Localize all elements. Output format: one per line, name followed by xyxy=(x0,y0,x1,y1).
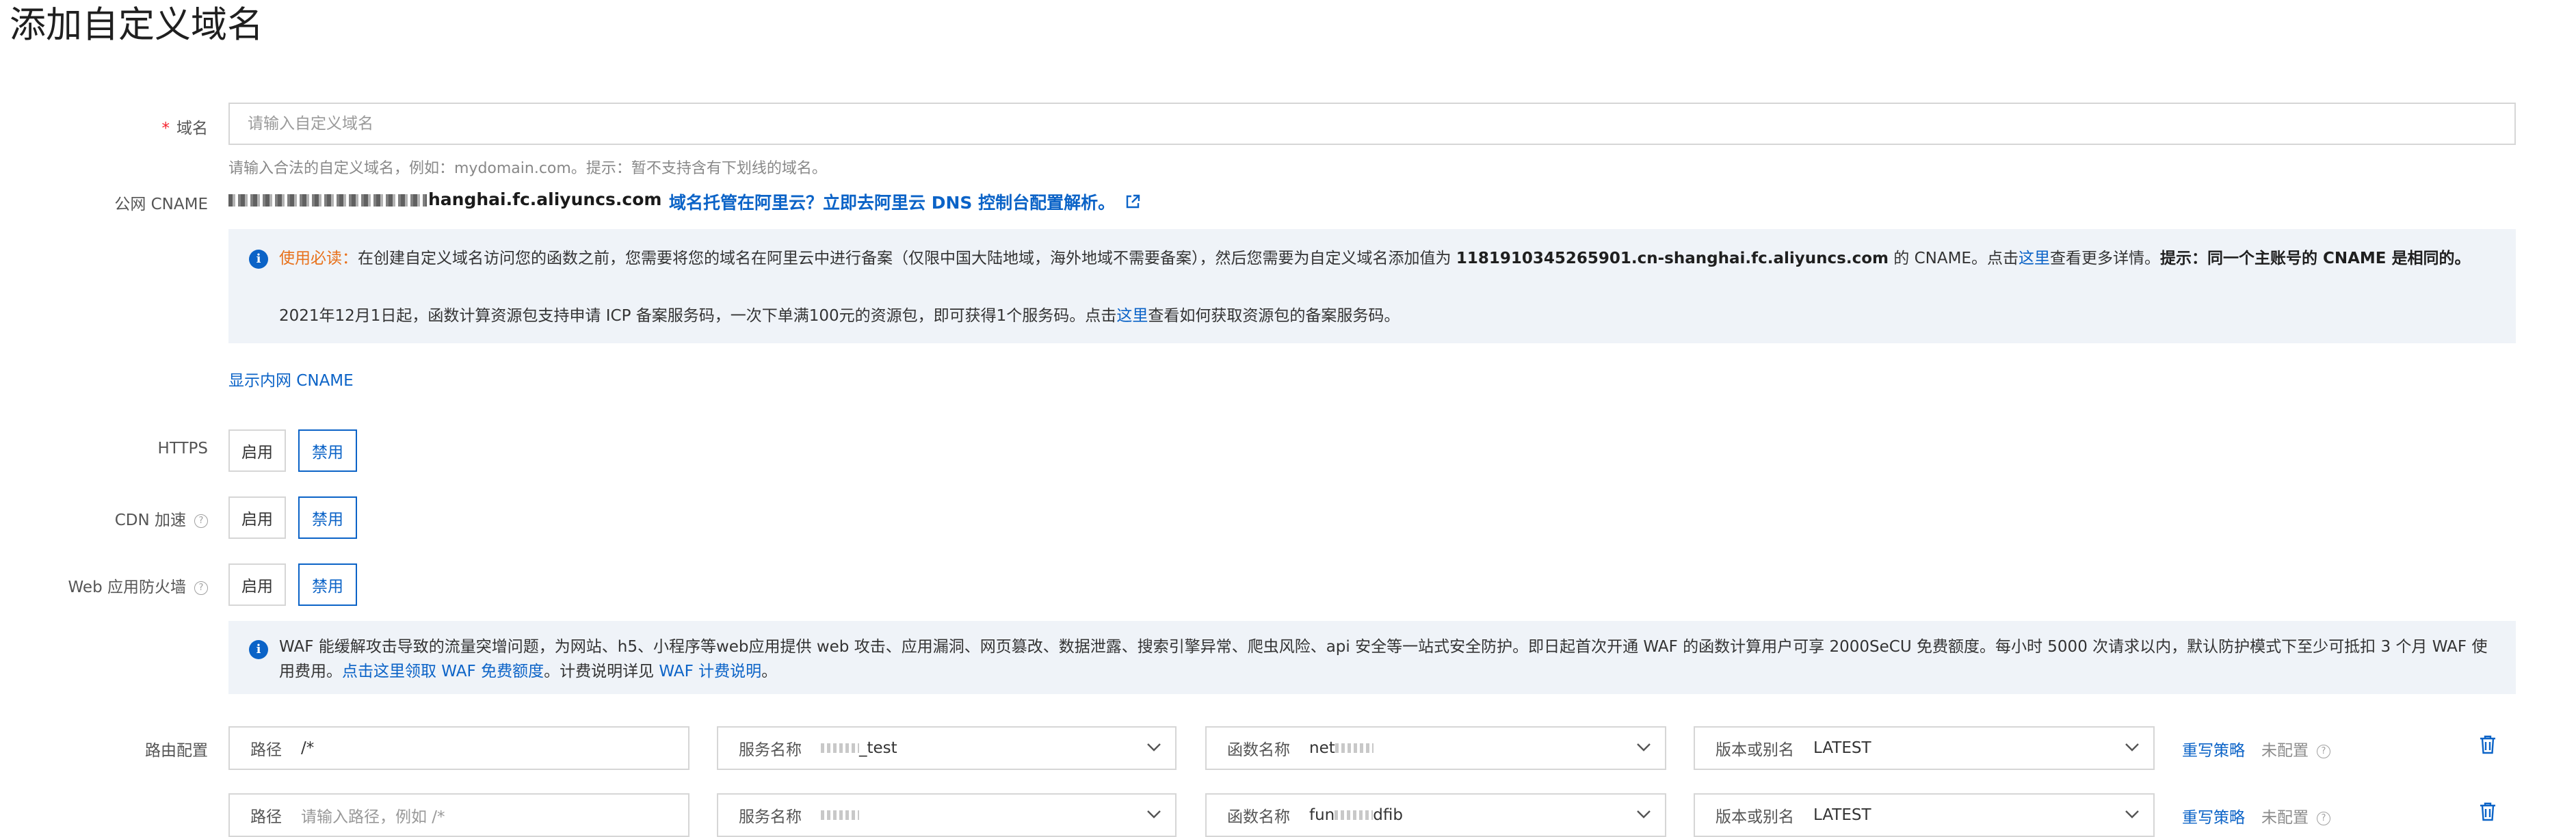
usage-notice-text-3: 查看更多详情。 xyxy=(2049,250,2160,267)
cdn-enable-button[interactable]: 启用 xyxy=(228,496,286,539)
usage-notice: i 使用必读：在创建自定义域名访问您的函数之前，您需要将您的域名在阿里云中进行备… xyxy=(228,229,2516,343)
cdn-disable-button[interactable]: 禁用 xyxy=(298,496,357,539)
masked-text xyxy=(1335,743,1374,753)
help-circle-icon[interactable]: ? xyxy=(194,514,208,528)
help-circle-icon[interactable]: ? xyxy=(2317,744,2330,758)
rewrite-policy-link[interactable]: 重写策略 xyxy=(2182,804,2245,827)
dns-console-link-text[interactable]: 域名托管在阿里云？立即去阿里云 DNS 控制台配置解析。 xyxy=(669,193,1115,213)
waf-notice-text: WAF 能缓解攻击导致的流量突增问题，为网站、h5、小程序等web应用提供 we… xyxy=(279,635,2491,684)
service-label: 服务名称 xyxy=(739,741,802,759)
cname-masked-part xyxy=(228,194,427,207)
version-select[interactable]: 版本或别名 LATEST xyxy=(1694,793,2155,837)
show-internal-cname-link[interactable]: 显示内网 CNAME xyxy=(228,367,354,390)
cname-value-text: hanghai.fc.aliyuncs.com xyxy=(428,189,662,209)
path-value[interactable]: /* xyxy=(301,739,314,757)
chevron-down-icon[interactable] xyxy=(1146,743,1161,752)
chevron-down-icon[interactable] xyxy=(1636,810,1651,819)
chevron-down-icon[interactable] xyxy=(2125,743,2140,752)
icp-service-code-link[interactable]: 这里 xyxy=(1116,307,1148,325)
waf-label: Web 应用防火墙? xyxy=(68,574,208,597)
waf-billing-link[interactable]: WAF 计费说明 xyxy=(659,663,761,680)
usage-notice-line2: 2021年12月1日起，函数计算资源包支持申请 ICP 备案服务码，一次下单满1… xyxy=(279,304,1399,328)
service-value: _test xyxy=(859,739,897,757)
route-path-input[interactable]: 路径 /* xyxy=(228,726,689,770)
masked-text xyxy=(821,743,859,753)
masked-text xyxy=(1335,810,1374,820)
path-placeholder[interactable]: 请输入路径，例如 /* xyxy=(301,803,445,827)
path-label: 路径 xyxy=(250,741,282,759)
waf-free-quota-link[interactable]: 点击这里领取 WAF 免费额度 xyxy=(342,663,544,680)
cdn-label-text: CDN 加速 xyxy=(114,512,186,529)
icp-notice-text-2: 查看如何获取资源包的备案服务码。 xyxy=(1148,307,1400,325)
service-select[interactable]: 服务名称 xyxy=(717,793,1177,837)
cname-full-value: 1181910345265901.cn-shanghai.fc.aliyuncs… xyxy=(1456,250,1889,267)
version-value: LATEST xyxy=(1813,739,1871,757)
usage-notice-text-1: 在创建自定义域名访问您的函数之前，您需要将您的域名在阿里云中进行备案（仅限中国大… xyxy=(358,250,1456,267)
usage-notice-text-2: 的 CNAME。点击 xyxy=(1888,250,2019,267)
waf-label-text: Web 应用防火墙 xyxy=(68,579,186,596)
info-icon: i xyxy=(249,250,268,269)
function-value: net xyxy=(1309,739,1335,757)
rewrite-status: 未配置? xyxy=(2261,804,2330,827)
service-label: 服务名称 xyxy=(739,808,802,826)
domain-label: * 域名 xyxy=(162,115,209,138)
version-value: LATEST xyxy=(1813,806,1871,824)
rewrite-status-text: 未配置 xyxy=(2261,742,2309,760)
https-label: HTTPS xyxy=(157,440,208,457)
version-label: 版本或别名 xyxy=(1716,741,1794,759)
cname-label: 公网 CNAME xyxy=(114,196,208,213)
route-path-input[interactable]: 路径 请输入路径，例如 /* xyxy=(228,793,689,837)
usage-notice-prefix: 使用必读： xyxy=(279,250,358,267)
chevron-down-icon[interactable] xyxy=(1146,810,1161,819)
function-label: 函数名称 xyxy=(1227,741,1290,759)
waf-disable-button[interactable]: 禁用 xyxy=(298,563,357,606)
function-select[interactable]: 函数名称 fun dfib xyxy=(1205,793,1666,837)
external-link-icon[interactable] xyxy=(1125,194,1141,214)
chevron-down-icon[interactable] xyxy=(2125,810,2140,819)
dns-console-link[interactable]: 域名托管在阿里云？立即去阿里云 DNS 控制台配置解析。 xyxy=(669,189,1141,214)
cname-value: hanghai.fc.aliyuncs.com xyxy=(228,189,661,209)
domain-hint: 请输入合法的自定义域名，例如：mydomain.com。提示：暂不支持含有下划线… xyxy=(228,160,827,177)
help-circle-icon[interactable]: ? xyxy=(2317,811,2330,825)
info-icon: i xyxy=(249,640,268,659)
usage-notice-tip: 提示：同一个主账号的 CNAME 是相同的。 xyxy=(2159,250,2471,267)
cdn-label: CDN 加速? xyxy=(115,507,208,530)
rewrite-status: 未配置? xyxy=(2261,737,2330,760)
https-enable-button[interactable]: 启用 xyxy=(228,429,286,472)
page-title: 添加自定义域名 xyxy=(10,4,263,46)
service-select[interactable]: 服务名称 _test xyxy=(717,726,1177,770)
rewrite-policy-link[interactable]: 重写策略 xyxy=(2182,737,2245,760)
domain-label-text: 域名 xyxy=(176,120,208,137)
waf-enable-button[interactable]: 启用 xyxy=(228,563,286,606)
function-value-suffix: dfib xyxy=(1373,806,1403,824)
masked-text xyxy=(821,810,859,820)
version-label: 版本或别名 xyxy=(1716,808,1794,826)
https-disable-button[interactable]: 禁用 xyxy=(298,429,357,472)
function-value-prefix: fun xyxy=(1309,806,1335,824)
delete-route-icon[interactable] xyxy=(2479,801,2497,822)
delete-route-icon[interactable] xyxy=(2479,734,2497,755)
required-mark: * xyxy=(161,120,170,137)
version-select[interactable]: 版本或别名 LATEST xyxy=(1694,726,2155,770)
usage-notice-line1: 使用必读：在创建自定义域名访问您的函数之前，您需要将您的域名在阿里云中进行备案（… xyxy=(279,247,2483,270)
waf-notice: i WAF 能缓解攻击导致的流量突增问题，为网站、h5、小程序等web应用提供 … xyxy=(228,621,2516,694)
help-circle-icon[interactable]: ? xyxy=(194,581,208,595)
waf-notice-text-2: 。计费说明详见 xyxy=(544,663,659,680)
icp-notice-text-1: 2021年12月1日起，函数计算资源包支持申请 ICP 备案服务码，一次下单满1… xyxy=(279,307,1117,325)
path-label: 路径 xyxy=(250,808,282,826)
rewrite-status-text: 未配置 xyxy=(2261,809,2309,827)
domain-input[interactable] xyxy=(228,103,2516,145)
route-config-label: 路由配置 xyxy=(145,742,208,760)
more-details-link[interactable]: 这里 xyxy=(2019,250,2050,267)
function-select[interactable]: 函数名称 net xyxy=(1205,726,1666,770)
chevron-down-icon[interactable] xyxy=(1636,743,1651,752)
function-label: 函数名称 xyxy=(1227,808,1290,826)
waf-notice-text-3: 。 xyxy=(761,663,778,680)
